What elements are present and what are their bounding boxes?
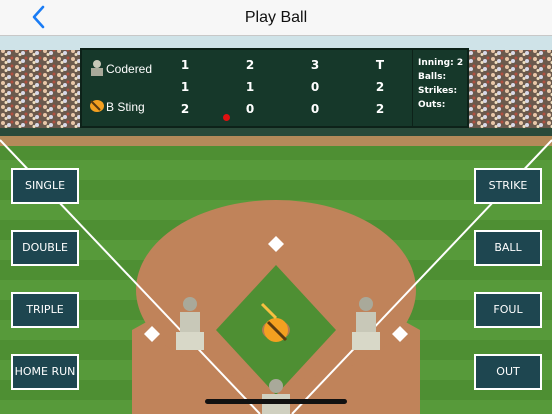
score-cell: 1: [180, 80, 190, 94]
foul-button[interactable]: FOUL: [474, 292, 542, 328]
score-cell: 0: [310, 102, 320, 116]
total-cell: 2: [375, 80, 385, 94]
out-button[interactable]: OUT: [474, 354, 542, 390]
inning-label: Inning: 2: [418, 58, 464, 68]
at-bat-indicator: [223, 114, 230, 121]
score-cell: 1: [245, 80, 255, 94]
inning-header: 3: [310, 58, 320, 72]
soldier-avatar-icon: [91, 60, 103, 76]
score-cell: 0: [310, 80, 320, 94]
score-cell: 2: [180, 102, 190, 116]
triple-button[interactable]: TRIPLE: [11, 292, 79, 328]
ball-button[interactable]: BALL: [474, 230, 542, 266]
page-title: Play Ball: [244, 9, 308, 26]
nav-bar: Play Ball: [0, 0, 552, 36]
total-header: T: [375, 58, 385, 72]
total-cell: 2: [375, 102, 385, 116]
balls-label: Balls:: [418, 72, 447, 82]
strike-button[interactable]: STRIKE: [474, 168, 542, 204]
home-indicator[interactable]: [205, 399, 347, 404]
bee-avatar-icon: [90, 100, 104, 112]
strikes-label: Strikes:: [418, 86, 458, 96]
inning-header: 2: [245, 58, 255, 72]
scoreboard: Codered B Sting 1 2 3 T 1 1 0 2 2 0 0 2 …: [80, 48, 469, 128]
double-button[interactable]: DOUBLE: [11, 230, 79, 266]
inning-header: 1: [180, 58, 190, 72]
team-name: B Sting: [106, 100, 145, 114]
team-name: Codered: [106, 62, 153, 76]
outs-label: Outs:: [418, 100, 446, 110]
single-button[interactable]: SINGLE: [11, 168, 79, 204]
score-cell: 0: [245, 102, 255, 116]
home-run-button[interactable]: HOME RUN: [11, 354, 79, 390]
